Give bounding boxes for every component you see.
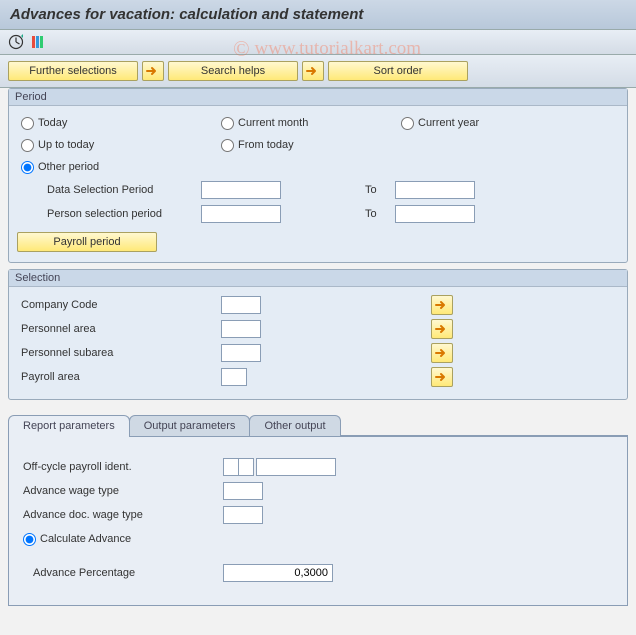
radio-today[interactable]: Today — [21, 117, 221, 130]
multiple-selection-icon[interactable] — [431, 295, 453, 315]
radio-up-to-today[interactable]: Up to today — [21, 139, 221, 152]
radio-from-today-label: From today — [238, 139, 294, 151]
data-selection-label: Data Selection Period — [47, 184, 201, 196]
advance-doc-wage-label: Advance doc. wage type — [23, 509, 223, 521]
to-label: To — [365, 208, 395, 220]
offcycle-c-input[interactable] — [256, 458, 336, 476]
data-selection-from-input[interactable] — [201, 181, 281, 199]
personnel-subarea-label: Personnel subarea — [21, 347, 221, 359]
radio-today-label: Today — [38, 117, 67, 129]
radio-current-month[interactable]: Current month — [221, 117, 401, 130]
radio-other-period[interactable]: Other period — [21, 161, 99, 174]
radio-calculate-advance[interactable]: Calculate Advance — [23, 533, 131, 546]
company-code-input[interactable] — [221, 296, 261, 314]
advance-percentage-label: Advance Percentage — [33, 567, 223, 579]
personnel-area-label: Personnel area — [21, 323, 221, 335]
arrow-icon[interactable] — [302, 61, 324, 81]
multiple-selection-icon[interactable] — [431, 343, 453, 363]
page-title: Advances for vacation: calculation and s… — [0, 0, 636, 30]
company-code-label: Company Code — [21, 299, 221, 311]
personnel-area-input[interactable] — [221, 320, 261, 338]
advance-wage-input[interactable] — [223, 482, 263, 500]
advance-percentage-input[interactable] — [223, 564, 333, 582]
period-panel: Period Today Current month Current year … — [8, 88, 628, 263]
tab-other-output[interactable]: Other output — [249, 415, 340, 436]
calculate-advance-label: Calculate Advance — [40, 533, 131, 545]
person-selection-label: Person selection period — [47, 208, 201, 220]
payroll-area-input[interactable] — [221, 368, 247, 386]
offcycle-b-input[interactable] — [238, 458, 254, 476]
tab-panel-report: Off-cycle payroll ident. Advance wage ty… — [8, 436, 628, 606]
search-helps-button[interactable]: Search helps — [168, 61, 298, 81]
period-panel-title: Period — [9, 89, 627, 106]
sort-order-button[interactable]: Sort order — [328, 61, 468, 81]
offcycle-label: Off-cycle payroll ident. — [23, 461, 223, 473]
selection-panel-title: Selection — [9, 270, 627, 287]
payroll-period-button[interactable]: Payroll period — [17, 232, 157, 252]
payroll-area-label: Payroll area — [21, 371, 221, 383]
tab-container: Report parameters Output parameters Othe… — [8, 414, 628, 606]
radio-current-year-label: Current year — [418, 117, 479, 129]
advance-doc-wage-input[interactable] — [223, 506, 263, 524]
icon-toolbar — [0, 30, 636, 55]
tab-output-parameters[interactable]: Output parameters — [129, 415, 251, 436]
offcycle-a-input[interactable] — [223, 458, 239, 476]
advance-wage-label: Advance wage type — [23, 485, 223, 497]
selection-panel: Selection Company Code Personnel area Pe… — [8, 269, 628, 400]
data-selection-to-input[interactable] — [395, 181, 475, 199]
tab-report-parameters[interactable]: Report parameters — [8, 415, 130, 437]
radio-up-to-today-label: Up to today — [38, 139, 94, 151]
radio-current-month-label: Current month — [238, 117, 308, 129]
further-selections-button[interactable]: Further selections — [8, 61, 138, 81]
button-toolbar: Further selections Search helps Sort ord… — [0, 55, 636, 88]
person-selection-from-input[interactable] — [201, 205, 281, 223]
radio-current-year[interactable]: Current year — [401, 117, 479, 130]
to-label: To — [365, 184, 395, 196]
variants-icon[interactable] — [30, 34, 46, 50]
personnel-subarea-input[interactable] — [221, 344, 261, 362]
radio-from-today[interactable]: From today — [221, 139, 294, 152]
execute-icon[interactable] — [8, 34, 24, 50]
person-selection-to-input[interactable] — [395, 205, 475, 223]
radio-other-period-label: Other period — [38, 161, 99, 173]
multiple-selection-icon[interactable] — [431, 319, 453, 339]
multiple-selection-icon[interactable] — [431, 367, 453, 387]
arrow-icon[interactable] — [142, 61, 164, 81]
